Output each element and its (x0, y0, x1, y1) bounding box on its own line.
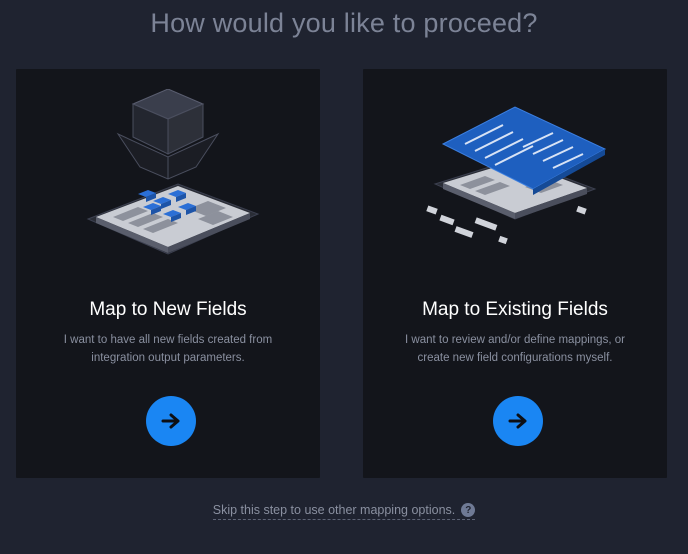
card-description: I want to have all new fields created fr… (63, 334, 273, 364)
proceed-page: How would you like to proceed? Map to Ne… (0, 0, 688, 554)
map-new-fields-card[interactable]: Map to New Fields I want to have all new… (16, 69, 320, 478)
card-description: I want to review and/or define mappings,… (405, 334, 625, 364)
card-title: Map to New Fields (89, 299, 247, 320)
arrow-right-icon (161, 413, 180, 429)
map-new-fields-button[interactable] (146, 396, 196, 446)
existing-fields-illustration (426, 106, 607, 245)
card-title: Map to Existing Fields (422, 299, 608, 320)
skip-step-link[interactable]: Skip this step to use other mapping opti… (212, 503, 476, 520)
arrow-right-icon (508, 413, 527, 429)
skip-step-label: Skip this step to use other mapping opti… (212, 503, 456, 517)
page-heading: How would you like to proceed? (150, 8, 538, 38)
new-fields-illustration (86, 89, 260, 255)
skip-row: Skip this step to use other mapping opti… (0, 503, 688, 520)
map-existing-fields-button[interactable] (493, 396, 543, 446)
map-existing-fields-card[interactable]: Map to Existing Fields I want to review … (363, 69, 667, 478)
question-mark-icon[interactable]: ? (461, 503, 476, 517)
